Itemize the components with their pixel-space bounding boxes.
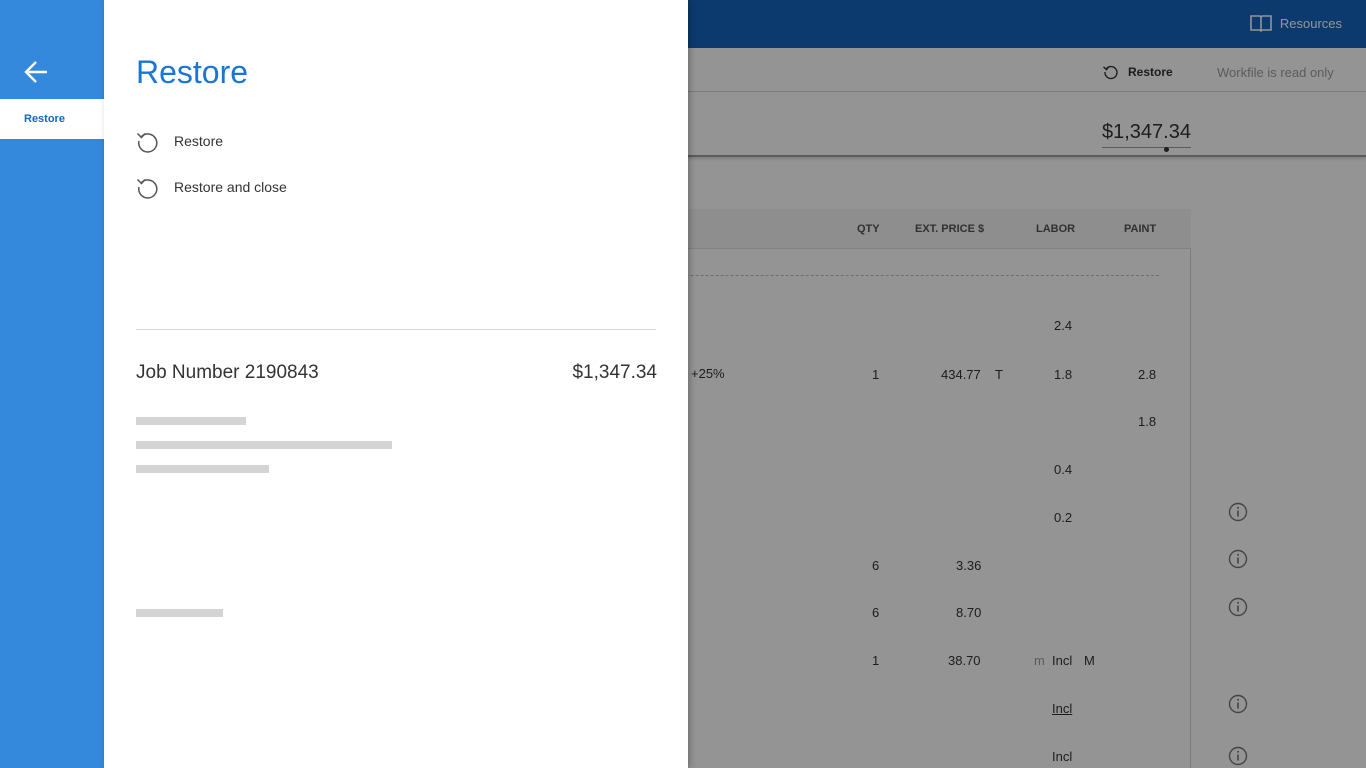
restore-action[interactable]: Restore xyxy=(136,126,223,156)
drawer-title: Restore xyxy=(136,54,249,90)
restore-and-close-action-label: Restore and close xyxy=(174,179,287,195)
loading-placeholder-line xyxy=(136,441,392,449)
nav-tab-restore[interactable]: Restore xyxy=(0,99,104,139)
restore-icon xyxy=(136,132,158,153)
arrow-left-icon xyxy=(24,61,47,83)
job-number: Job Number 2190843 xyxy=(136,362,319,383)
restore-icon xyxy=(136,178,158,199)
job-amount: $1,347.34 xyxy=(572,362,657,383)
drawer-nav-rail: Restore xyxy=(0,0,104,768)
restore-and-close-action[interactable]: Restore and close xyxy=(136,172,287,202)
back-button[interactable] xyxy=(16,52,56,92)
loading-placeholder-line xyxy=(136,465,269,473)
restore-action-label: Restore xyxy=(174,133,224,149)
restore-drawer: Restore Restore Restore and close Job Nu… xyxy=(104,0,688,768)
loading-placeholder-line xyxy=(136,417,246,425)
divider xyxy=(136,329,656,330)
loading-placeholder-line xyxy=(136,609,223,617)
